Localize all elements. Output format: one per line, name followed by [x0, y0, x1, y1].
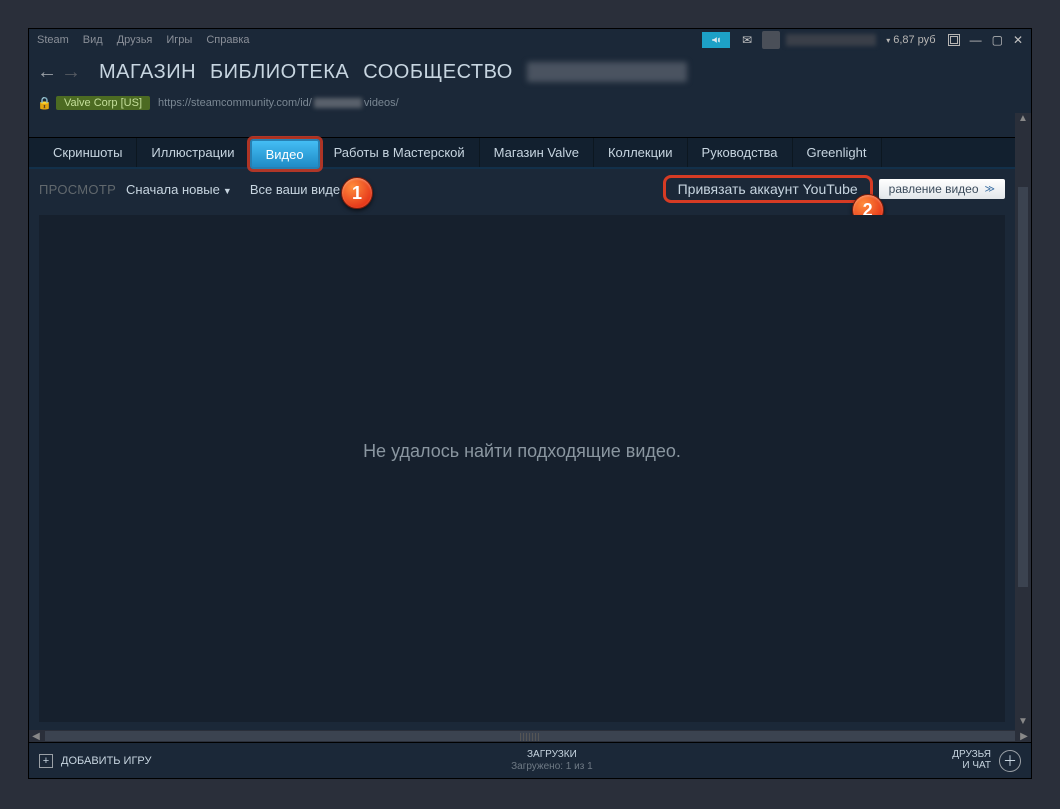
view-label: ПРОСМОТР [39, 182, 116, 197]
tab-artwork[interactable]: Иллюстрации [137, 138, 249, 167]
videos-empty-panel: Не удалось найти подходящие видео. [39, 215, 1005, 722]
nav-store[interactable]: МАГАЗИН [99, 61, 196, 84]
friends-and-chat-button[interactable]: ДРУЗЬЯ И ЧАТ ＋ [952, 750, 1021, 772]
tab-valve-store[interactable]: Магазин Valve [480, 138, 594, 167]
double-chevron-icon: ≫ [985, 184, 995, 195]
announcement-icon[interactable] [702, 32, 730, 48]
plus-icon: + [39, 754, 53, 768]
profile-tabs: Скриншоты Иллюстрации Видео Работы в Мас… [29, 137, 1015, 169]
scroll-up-icon[interactable]: ▲ [1015, 113, 1031, 127]
main-nav: ← → МАГАЗИН БИБЛИОТЕКА СООБЩЕСТВО [29, 51, 1031, 93]
url-prefix: https://steamcommunity.com/id/ [158, 97, 312, 109]
empty-message: Не удалось найти подходящие видео. [363, 441, 681, 462]
tab-videos[interactable]: Видео [250, 139, 320, 169]
add-game-button[interactable]: + ДОБАВИТЬ ИГРУ [39, 754, 152, 768]
menu-view[interactable]: Вид [83, 34, 103, 46]
sort-dropdown[interactable]: Сначала новые▼ [126, 182, 232, 197]
menu-steam[interactable]: Steam [37, 34, 69, 46]
url-id-redacted [314, 98, 362, 108]
tab-workshop[interactable]: Работы в Мастерской [320, 138, 480, 167]
h-scroll-thumb[interactable] [45, 731, 1015, 741]
steam-window: Steam Вид Друзья Игры Справка ✉ ▾6,87 ру… [28, 28, 1032, 779]
tab-greenlight[interactable]: Greenlight [793, 138, 882, 167]
lock-icon: 🔒 [37, 96, 52, 110]
horizontal-scrollbar[interactable]: ◀ ▶ [29, 730, 1031, 742]
filter-dropdown[interactable]: Все ваши виде [250, 182, 340, 197]
link-youtube-button[interactable]: Привязать аккаунт YouTube 2 [663, 175, 873, 203]
chat-bubble-icon: ＋ [999, 750, 1021, 772]
scroll-down-icon[interactable]: ▼ [1015, 716, 1031, 730]
link-youtube-label: Привязать аккаунт YouTube [678, 181, 858, 197]
inbox-icon[interactable]: ✉ [742, 33, 752, 47]
fullscreen-icon[interactable] [948, 34, 960, 46]
vertical-scrollbar[interactable]: ▲ ▼ [1015, 113, 1031, 730]
wallet-amount: 6,87 руб [893, 34, 935, 46]
nav-back-icon[interactable]: ← [37, 61, 55, 84]
manage-videos-label: равление видео [889, 182, 979, 196]
nav-library[interactable]: БИБЛИОТЕКА [210, 61, 349, 84]
downloads-status[interactable]: ЗАГРУЗКИ Загружено: 1 из 1 [152, 749, 953, 773]
downloads-subtitle: Загружено: 1 из 1 [152, 761, 953, 773]
scroll-thumb[interactable] [1018, 187, 1028, 587]
maximize-icon[interactable]: ▢ [992, 33, 1003, 47]
wallet-caret-icon: ▾ [886, 36, 890, 45]
close-icon[interactable]: ✕ [1013, 33, 1023, 47]
wallet-balance[interactable]: ▾6,87 руб [886, 34, 935, 46]
url-text[interactable]: https://steamcommunity.com/id/videos/ [158, 97, 399, 109]
menu-friends[interactable]: Друзья [117, 34, 153, 46]
ssl-cert-pill[interactable]: Valve Corp [US] [56, 96, 150, 110]
downloads-title: ЗАГРУЗКИ [152, 749, 953, 761]
add-game-label: ДОБАВИТЬ ИГРУ [61, 755, 152, 767]
menubar: Steam Вид Друзья Игры Справка ✉ ▾6,87 ру… [29, 29, 1031, 51]
tab-collections[interactable]: Коллекции [594, 138, 688, 167]
view-bar: ПРОСМОТР Сначала новые▼ Все ваши виде Пр… [29, 169, 1015, 209]
friends-label-1: ДРУЗЬЯ [952, 750, 991, 761]
scroll-right-icon[interactable]: ▶ [1017, 730, 1031, 742]
scroll-left-icon[interactable]: ◀ [29, 730, 43, 742]
window-controls: — ▢ ✕ [948, 33, 1023, 47]
chevron-down-icon: ▼ [223, 186, 232, 196]
avatar[interactable] [762, 31, 780, 49]
url-bar: 🔒 Valve Corp [US] https://steamcommunity… [29, 93, 1031, 113]
username-redacted[interactable] [786, 34, 876, 46]
manage-videos-dropdown[interactable]: равление видео ≫ [879, 179, 1005, 199]
menu-games[interactable]: Игры [166, 34, 192, 46]
friends-label-2: И ЧАТ [952, 761, 991, 772]
nav-forward-icon[interactable]: → [61, 61, 79, 84]
profile-header-strip [29, 113, 1015, 137]
status-bar: + ДОБАВИТЬ ИГРУ ЗАГРУЗКИ Загружено: 1 из… [29, 742, 1031, 778]
menu-help[interactable]: Справка [206, 34, 249, 46]
nav-community[interactable]: СООБЩЕСТВО [363, 61, 513, 84]
tab-guides[interactable]: Руководства [688, 138, 793, 167]
url-suffix: videos/ [364, 97, 399, 109]
page-area: Скриншоты Иллюстрации Видео Работы в Мас… [29, 113, 1031, 742]
page-inner: Скриншоты Иллюстрации Видео Работы в Мас… [29, 113, 1015, 730]
annotation-callout-1: 1 [341, 177, 373, 209]
sort-value: Сначала новые [126, 182, 220, 197]
tab-screenshots[interactable]: Скриншоты [39, 138, 137, 167]
nav-profile-redacted[interactable] [527, 62, 687, 82]
minimize-icon[interactable]: — [970, 33, 982, 47]
filter-value: Все ваши виде [250, 182, 340, 197]
